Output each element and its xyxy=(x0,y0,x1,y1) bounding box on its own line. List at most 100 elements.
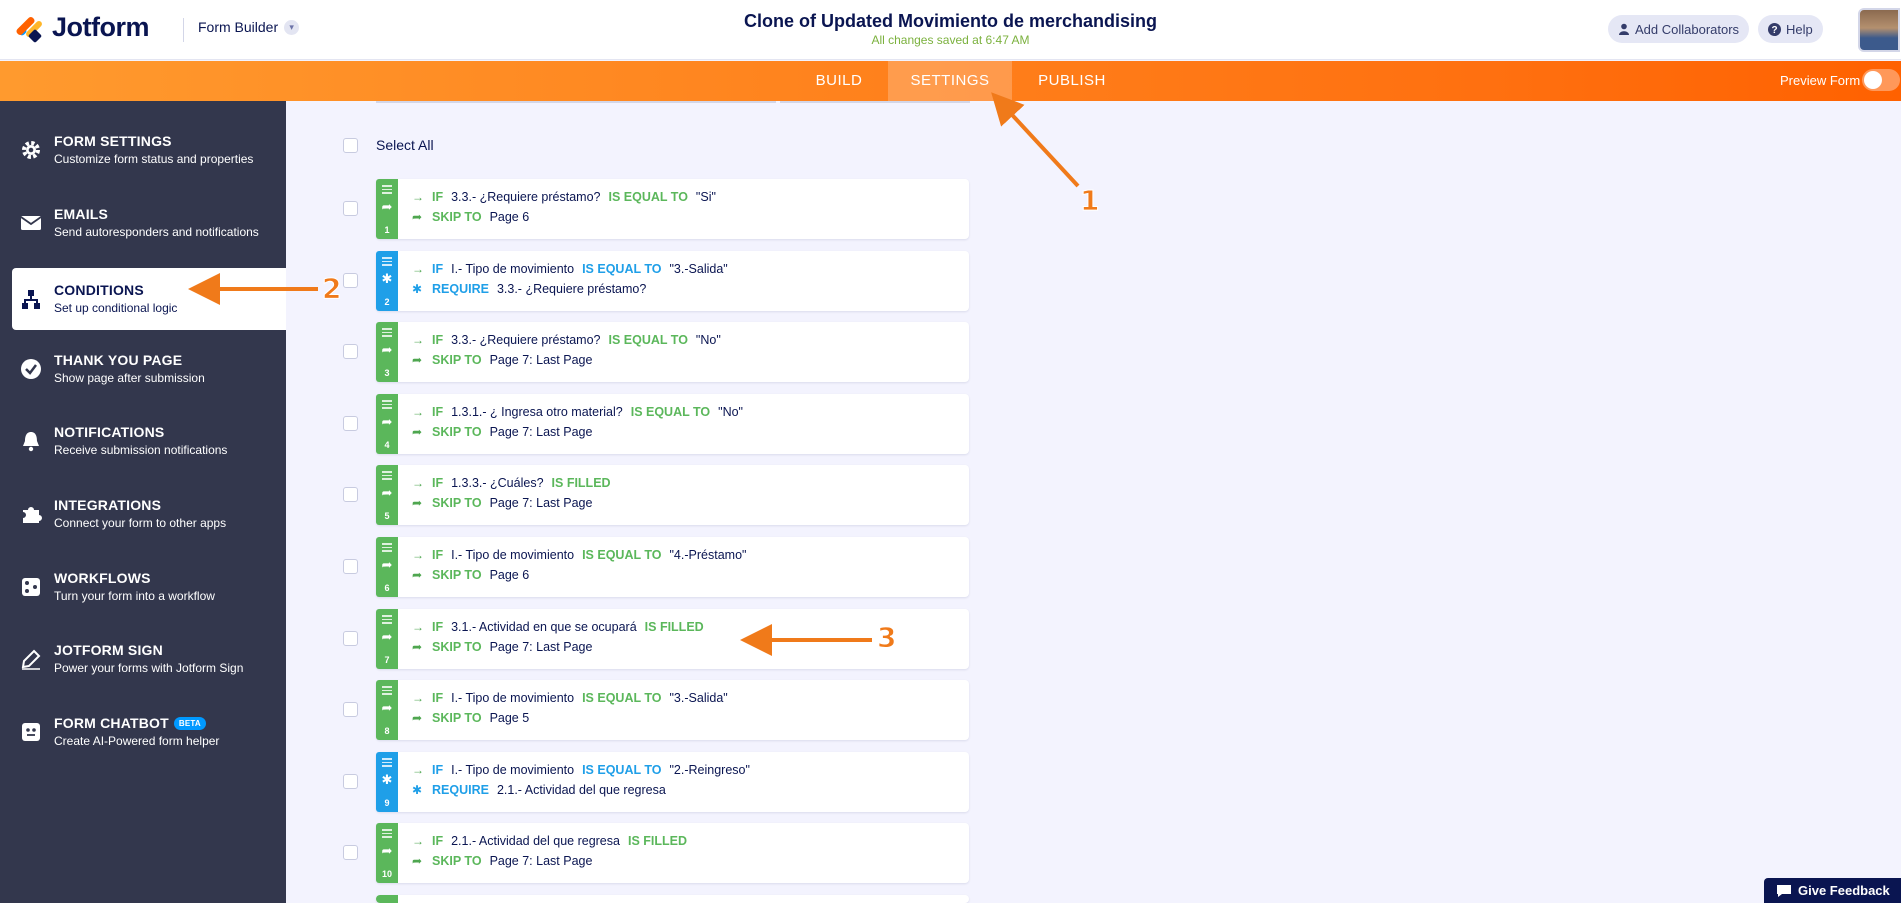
drag-handle-icon[interactable] xyxy=(382,758,392,769)
condition-action-line: ➦ SKIP TO Page 7: Last Page xyxy=(412,496,592,510)
condition-value: "Si" xyxy=(695,190,716,204)
drag-handle-icon[interactable] xyxy=(382,185,392,196)
sidebar-item-jotform-sign[interactable]: JOTFORM SIGN Power your forms with Jotfo… xyxy=(0,628,286,690)
condition-type-strip[interactable]: ➦ 8 xyxy=(376,680,398,740)
condition-type-strip[interactable]: ➦ 5 xyxy=(376,465,398,525)
share-arrow-icon: ➦ xyxy=(412,568,423,582)
condition-action-line: ➦ SKIP TO Page 7: Last Page xyxy=(412,640,592,654)
condition-number: 1 xyxy=(384,225,390,235)
right-arrow-icon: → xyxy=(412,262,424,276)
condition-action-line: ➦ SKIP TO Page 7: Last Page xyxy=(412,353,592,367)
condition-operator: IS FILLED xyxy=(627,834,687,848)
condition-checkbox[interactable] xyxy=(343,416,358,431)
drag-handle-icon[interactable] xyxy=(382,615,392,626)
condition-if-line: → IF I.- Tipo de movimiento IS EQUAL TO "3.-… xyxy=(412,262,728,276)
top-header: Jotform Form Builder ▾ Clone of Updated … xyxy=(0,0,1901,60)
condition-card[interactable]: ➦ 4 → IF 1.3.1.- ¿ Ingresa otro material? IS … xyxy=(376,394,969,454)
condition-checkbox[interactable] xyxy=(343,487,358,502)
chatbot-icon xyxy=(22,723,40,741)
skip-arrow-icon: ➦ xyxy=(381,199,393,214)
sidebar-item-form-settings[interactable]: FORM SETTINGS Customize form status and … xyxy=(0,119,286,181)
condition-checkbox[interactable] xyxy=(343,559,358,574)
condition-checkbox[interactable] xyxy=(343,631,358,646)
share-arrow-icon: ➦ xyxy=(412,496,423,510)
drag-handle-icon[interactable] xyxy=(382,328,392,339)
sidebar-item-integrations[interactable]: INTEGRATIONS Connect your form to other … xyxy=(0,483,286,545)
condition-value: "3.-Salida" xyxy=(669,691,728,705)
share-arrow-icon: ➦ xyxy=(412,425,423,439)
skip-arrow-icon: ➦ xyxy=(381,414,393,429)
condition-action-line: ➦ SKIP TO Page 7: Last Page xyxy=(412,425,592,439)
sidebar-item-notifications[interactable]: NOTIFICATIONS Receive submission notific… xyxy=(0,410,286,472)
add-collaborators-button[interactable]: Add Collaborators xyxy=(1608,15,1750,43)
if-keyword: IF xyxy=(432,476,444,490)
condition-card[interactable]: ✱ 9 → IF I.- Tipo de movimiento IS EQUAL TO "2… xyxy=(376,752,969,812)
sidebar-item-form-chatbot[interactable]: FORM CHATBOT BETA Create AI-Powered form … xyxy=(0,701,286,763)
preview-form-toggle[interactable] xyxy=(1862,69,1900,91)
drag-handle-icon[interactable] xyxy=(382,471,392,482)
help-button[interactable]: ? Help xyxy=(1758,15,1823,43)
sidebar-item-workflows[interactable]: WORKFLOWS Turn your form into a workflow xyxy=(0,556,286,618)
condition-type-strip[interactable]: ➦ 3 xyxy=(376,322,398,382)
select-all-label[interactable]: Select All xyxy=(376,137,434,153)
right-arrow-icon: → xyxy=(412,763,424,777)
right-arrow-icon: → xyxy=(412,834,424,848)
select-all-checkbox[interactable] xyxy=(343,138,358,153)
tab-settings[interactable]: SETTINGS xyxy=(888,61,1012,101)
condition-card-partial[interactable] xyxy=(376,895,969,903)
drag-handle-icon[interactable] xyxy=(382,829,392,840)
condition-type-strip[interactable]: ➦ 7 xyxy=(376,609,398,669)
user-avatar[interactable] xyxy=(1858,8,1900,52)
condition-if-line: → IF 1.3.1.- ¿ Ingresa otro material? IS EQ… xyxy=(412,405,743,419)
sidebar-item-conditions[interactable]: CONDITIONS Set up conditional logic xyxy=(12,268,286,330)
right-arrow-icon: → xyxy=(412,691,424,705)
share-arrow-icon: ➦ xyxy=(412,210,423,224)
condition-card[interactable]: ➦ 8 → IF I.- Tipo de movimiento IS EQUAL TO "3… xyxy=(376,680,969,740)
condition-type-strip[interactable]: ✱ 2 xyxy=(376,251,398,311)
drag-handle-icon[interactable] xyxy=(382,257,392,268)
condition-checkbox[interactable] xyxy=(343,344,358,359)
condition-type-strip[interactable]: ✱ 9 xyxy=(376,752,398,812)
sidebar-item-subtitle: Show page after submission xyxy=(54,371,205,385)
condition-card[interactable]: ➦ 1 → IF 3.3.- ¿Requiere préstamo? IS EQUAL T… xyxy=(376,179,969,239)
condition-card[interactable]: ➦ 6 → IF I.- Tipo de movimiento IS EQUAL TO "4… xyxy=(376,537,969,597)
condition-type-strip[interactable]: ➦ 10 xyxy=(376,823,398,883)
annotation-number-1: 1 xyxy=(1079,184,1100,218)
action-keyword: SKIP TO xyxy=(432,854,482,868)
drag-handle-icon[interactable] xyxy=(382,686,392,697)
preview-form-label: Preview Form xyxy=(1780,73,1861,88)
give-feedback-button[interactable]: Give Feedback xyxy=(1764,878,1901,903)
condition-operator: IS EQUAL TO xyxy=(608,333,688,347)
condition-card[interactable]: ➦ 3 → IF 3.3.- ¿Requiere préstamo? IS EQUAL T… xyxy=(376,322,969,382)
sidebar-item-emails[interactable]: EMAILS Send autoresponders and notificat… xyxy=(0,192,286,254)
condition-checkbox[interactable] xyxy=(343,774,358,789)
condition-checkbox[interactable] xyxy=(343,702,358,717)
condition-type-strip[interactable]: ➦ 6 xyxy=(376,537,398,597)
condition-field: 3.3.- ¿Requiere préstamo? xyxy=(451,190,601,204)
condition-checkbox[interactable] xyxy=(343,201,358,216)
condition-operator: IS FILLED xyxy=(644,620,704,634)
condition-card[interactable]: ➦ 5 → IF 1.3.3.- ¿Cuáles? IS FILLED ➦ SKIP TO Pa… xyxy=(376,465,969,525)
condition-card[interactable]: ✱ 2 → IF I.- Tipo de movimiento IS EQUAL TO "3… xyxy=(376,251,969,311)
drag-handle-icon[interactable] xyxy=(382,543,392,554)
condition-number: 9 xyxy=(384,798,390,808)
share-arrow-icon: ➦ xyxy=(412,353,423,367)
condition-checkbox[interactable] xyxy=(343,273,358,288)
condition-action-line: ✱ REQUIRE 2.1.- Actividad del que regresa xyxy=(412,783,666,797)
condition-value: "No" xyxy=(718,405,743,419)
action-keyword: SKIP TO xyxy=(432,425,482,439)
condition-number: 10 xyxy=(381,869,392,879)
drag-handle-icon[interactable] xyxy=(382,400,392,411)
sidebar-item-subtitle: Send autoresponders and notifications xyxy=(54,225,259,239)
sidebar-item-title: EMAILS xyxy=(54,206,109,222)
beta-badge: BETA xyxy=(173,717,206,730)
condition-checkbox[interactable] xyxy=(343,845,358,860)
tab-build[interactable]: BUILD xyxy=(799,61,879,101)
condition-action-line: ✱ REQUIRE 3.3.- ¿Requiere préstamo? xyxy=(412,282,646,296)
condition-card[interactable]: ➦ 10 → IF 2.1.- Actividad del que regresa IS … xyxy=(376,823,969,883)
condition-number: 3 xyxy=(384,368,390,378)
tab-publish[interactable]: PUBLISH xyxy=(1024,61,1120,101)
condition-type-strip[interactable]: ➦ 4 xyxy=(376,394,398,454)
condition-type-strip[interactable]: ➦ 1 xyxy=(376,179,398,239)
sidebar-item-thank-you-page[interactable]: THANK YOU PAGE Show page after submissio… xyxy=(0,338,286,400)
